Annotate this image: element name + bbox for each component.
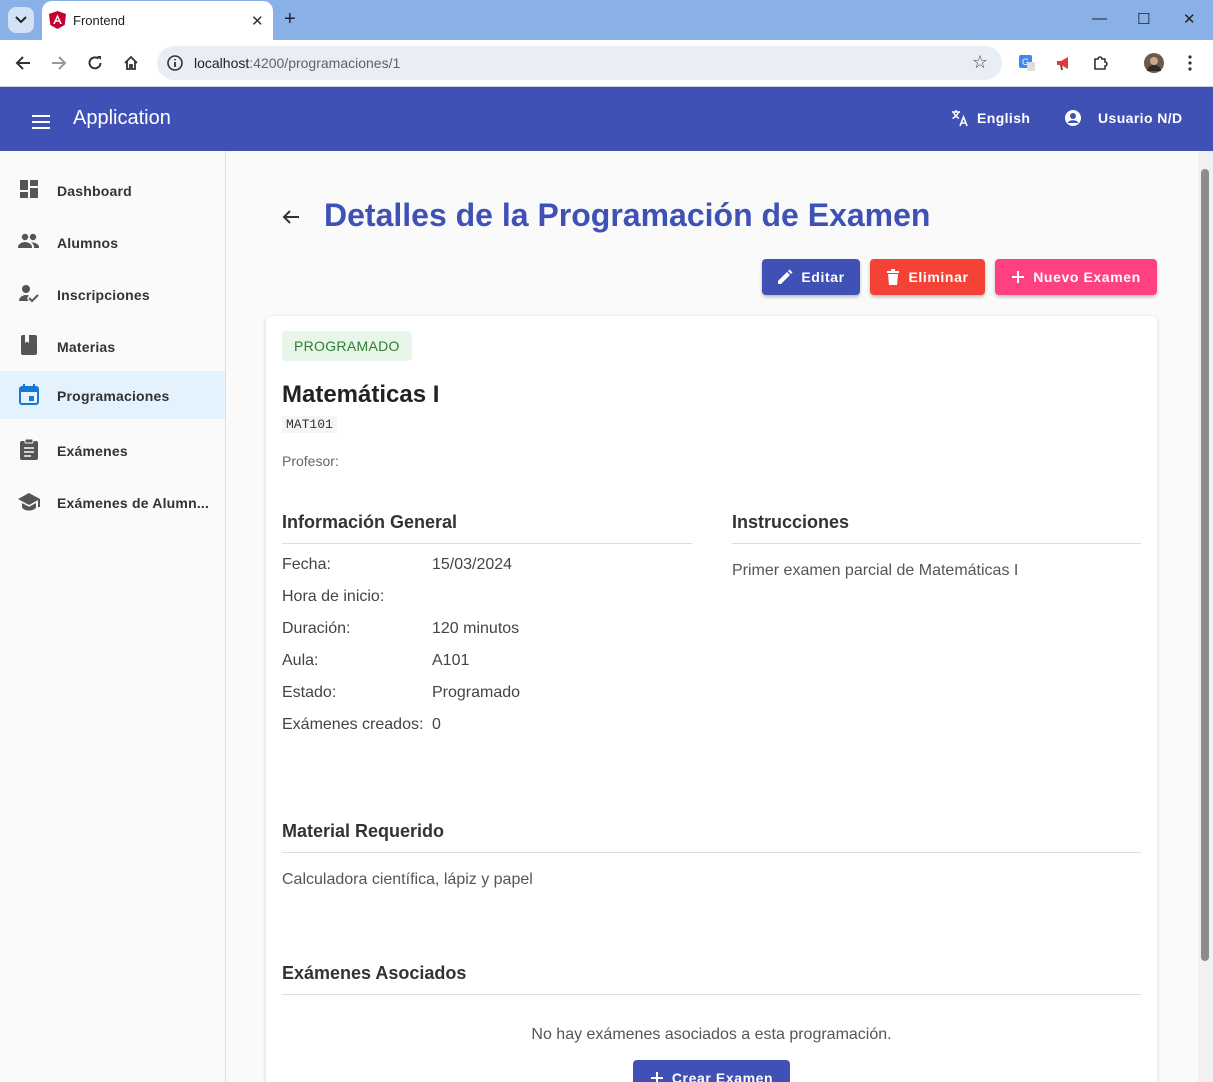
sidebar-item-programaciones[interactable]: Programaciones xyxy=(0,371,225,419)
sidebar-item-alumnos[interactable]: Alumnos xyxy=(0,218,225,266)
subject-code: MAT101 xyxy=(282,416,337,433)
back-arrow-icon[interactable] xyxy=(13,53,33,73)
sidebar-item-dashboard[interactable]: Dashboard xyxy=(0,166,225,214)
sidebar: Dashboard Alumnos Inscripciones Materias… xyxy=(0,151,226,1082)
subject-name: Matemáticas I xyxy=(282,381,440,408)
detail-card: PROGRAMADO Matemáticas I MAT101 Profesor… xyxy=(266,316,1157,1082)
account-circle-icon xyxy=(1065,110,1081,126)
create-exam-button-label: Crear Examen xyxy=(671,1070,774,1082)
user-name: Usuario N/D xyxy=(1098,110,1183,126)
associated-exams-heading: Exámenes Asociados xyxy=(282,963,1141,995)
how-to-reg-icon xyxy=(19,285,39,303)
new-exam-button-label: Nuevo Examen xyxy=(1033,269,1141,285)
sidebar-item-label: Programaciones xyxy=(57,388,170,404)
add-icon xyxy=(1012,271,1025,283)
delete-trash-icon xyxy=(887,269,900,285)
material-text: Calculadora científica, lápiz y papel xyxy=(282,871,533,888)
new-exam-button[interactable]: Nuevo Examen xyxy=(995,259,1157,295)
tab-close-icon[interactable]: ✕ xyxy=(251,12,264,30)
sidebar-item-label: Dashboard xyxy=(57,183,132,199)
reload-icon[interactable] xyxy=(85,53,105,73)
edit-button[interactable]: Editar xyxy=(762,259,860,295)
sidebar-item-label: Exámenes de Alumn... xyxy=(57,495,210,511)
tab-search-button[interactable] xyxy=(8,7,34,33)
material-heading: Material Requerido xyxy=(282,821,1141,853)
sidebar-item-examenes-alumnos[interactable]: Exámenes de Alumn... xyxy=(0,478,225,526)
edit-pencil-icon xyxy=(778,269,793,284)
angular-logo-icon xyxy=(49,11,66,29)
main-content: Detalles de la Programación de Examen Ed… xyxy=(226,151,1198,1082)
window-close-icon[interactable]: ✕ xyxy=(1183,10,1196,28)
scrollbar-thumb[interactable] xyxy=(1201,169,1209,961)
browser-menu-icon[interactable] xyxy=(1180,53,1200,73)
add-icon xyxy=(650,1072,663,1082)
calendar-icon xyxy=(19,384,39,405)
language-button[interactable]: English xyxy=(951,109,1030,127)
sidebar-item-label: Materias xyxy=(57,339,116,355)
browser-toolbar: localhost:4200/programaciones/1 ☆ G xyxy=(0,40,1213,87)
back-arrow-icon[interactable] xyxy=(281,207,301,227)
page-title: Detalles de la Programación de Examen xyxy=(324,197,931,233)
extensions-puzzle-icon[interactable] xyxy=(1091,53,1111,73)
forward-arrow-icon[interactable] xyxy=(49,53,69,73)
book-icon xyxy=(21,335,37,355)
status-badge: PROGRAMADO xyxy=(282,331,412,361)
url-text: localhost:4200/programaciones/1 xyxy=(194,55,401,71)
site-info-icon[interactable] xyxy=(165,53,185,73)
menu-icon[interactable] xyxy=(31,115,51,129)
user-menu-button[interactable]: Usuario N/D xyxy=(1064,109,1183,127)
instructions-text: Primer examen parcial de Matemáticas I xyxy=(732,562,1019,579)
delete-button[interactable]: Eliminar xyxy=(870,259,985,295)
browser-tab[interactable]: Frontend ✕ xyxy=(42,1,273,40)
sidebar-item-materias[interactable]: Materias xyxy=(0,322,225,370)
empty-exams-message: No hay exámenes asociados a esta program… xyxy=(531,1026,892,1043)
sidebar-item-examenes[interactable]: Exámenes xyxy=(0,426,225,474)
general-info-heading: Información General xyxy=(282,512,692,544)
browser-tab-bar: Frontend ✕ + — ☐ ✕ xyxy=(0,0,1213,40)
create-exam-button[interactable]: Crear Examen xyxy=(633,1060,790,1082)
home-icon[interactable] xyxy=(121,53,141,73)
instructions-heading: Instrucciones xyxy=(732,512,1141,544)
maximize-icon[interactable]: ☐ xyxy=(1137,10,1150,28)
sidebar-item-inscripciones[interactable]: Inscripciones xyxy=(0,270,225,318)
translate-icon xyxy=(952,110,968,127)
translate-extension-icon[interactable]: G xyxy=(1017,53,1037,73)
minimize-icon[interactable]: — xyxy=(1092,10,1107,27)
app-title: Application xyxy=(73,107,171,129)
address-bar[interactable]: localhost:4200/programaciones/1 ☆ xyxy=(157,46,1002,80)
sidebar-item-label: Exámenes xyxy=(57,443,128,459)
bookmark-star-icon[interactable]: ☆ xyxy=(972,52,988,73)
app-toolbar: Application English Usuario N/D xyxy=(0,87,1213,151)
language-label: English xyxy=(977,110,1031,126)
professor-label: Profesor: xyxy=(282,453,339,469)
assignment-icon xyxy=(20,438,38,460)
profile-avatar-icon[interactable] xyxy=(1144,53,1164,73)
school-icon xyxy=(18,493,40,511)
tab-title: Frontend xyxy=(73,13,126,28)
delete-button-label: Eliminar xyxy=(908,269,969,285)
new-tab-icon[interactable]: + xyxy=(284,8,296,31)
megaphone-extension-icon[interactable] xyxy=(1054,53,1074,73)
people-icon xyxy=(18,233,39,248)
dashboard-icon xyxy=(20,180,38,198)
page-scrollbar[interactable] xyxy=(1198,151,1213,1082)
sidebar-item-label: Alumnos xyxy=(57,235,119,251)
chevron-down-icon xyxy=(15,16,27,24)
edit-button-label: Editar xyxy=(801,269,845,285)
sidebar-item-label: Inscripciones xyxy=(57,287,150,303)
